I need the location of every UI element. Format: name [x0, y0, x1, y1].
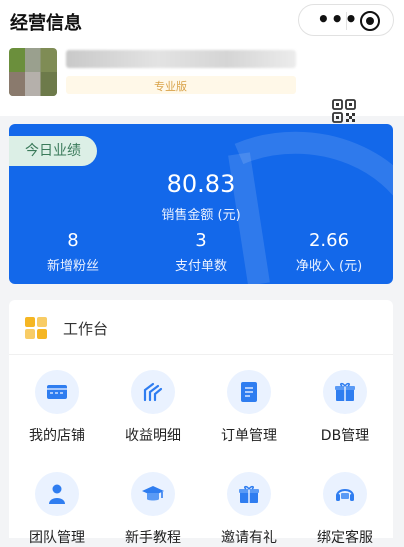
today-tag: 今日业绩 [9, 136, 97, 166]
gift-icon [227, 472, 271, 516]
avatar [9, 48, 57, 96]
today-performance-card[interactable]: 今日业绩 80.83 销售金额 (元) 8 新增粉丝 3 支付单数 2.66 净… [9, 124, 393, 284]
tool-my-store[interactable]: 我的店铺 [9, 370, 105, 445]
earnings-icon [131, 370, 175, 414]
qr-code-icon[interactable] [332, 99, 356, 123]
stat-net-income: 2.66 净收入 (元) [265, 230, 393, 274]
profile-section: 专业版 [0, 40, 404, 123]
stat-value: 3 [195, 230, 207, 251]
edition-badge: 专业版 [66, 76, 296, 94]
stat-paid-orders: 3 支付单数 [137, 230, 265, 274]
stat-value: 8 [67, 230, 79, 251]
stat-label: 新增粉丝 [46, 259, 99, 274]
order-icon [227, 370, 271, 414]
top-bar: 经营信息 ••• [0, 0, 404, 40]
close-target-button[interactable] [360, 11, 380, 31]
person-icon [35, 472, 79, 516]
graduation-cap-icon [131, 472, 175, 516]
workbench-title: 工作台 [63, 320, 109, 338]
tool-label: 绑定客服 [317, 530, 373, 546]
tool-label: 团队管理 [29, 530, 85, 546]
divider [9, 354, 393, 355]
tool-order-management[interactable]: 订单管理 [201, 370, 297, 445]
workbench-panel: 工作台 我的店铺 收益明细 订单管理 DB管理 团队管理 新手教程 邀请有礼 绑… [9, 300, 393, 546]
tool-label: DB管理 [320, 428, 370, 444]
tool-label: 我的店铺 [29, 428, 85, 444]
tool-label: 新手教程 [125, 530, 181, 546]
tool-label: 收益明细 [125, 428, 181, 444]
store-name-blurred [66, 50, 296, 68]
tool-label: 邀请有礼 [221, 530, 277, 546]
stat-value: 2.66 [308, 230, 350, 251]
store-icon [35, 370, 79, 414]
tool-team-management[interactable]: 团队管理 [9, 472, 105, 547]
stat-new-fans: 8 新增粉丝 [9, 230, 137, 274]
sales-amount-value: 80.83 [166, 170, 236, 198]
tool-beginner-tutorial[interactable]: 新手教程 [105, 472, 201, 547]
customer-service-icon [323, 472, 367, 516]
gift-box-icon [323, 370, 367, 414]
tool-invite-gift[interactable]: 邀请有礼 [201, 472, 297, 547]
stat-label: 支付单数 [174, 259, 227, 274]
edition-badge-label: 专业版 [154, 80, 187, 93]
page-title: 经营信息 [10, 13, 82, 34]
more-menu-button[interactable]: ••• [317, 9, 358, 29]
tool-label: 订单管理 [221, 428, 277, 444]
tool-earnings[interactable]: 收益明细 [105, 370, 201, 445]
stat-label: 净收入 (元) [295, 259, 363, 274]
tool-db-management[interactable]: DB管理 [297, 370, 393, 445]
grid-icon [25, 317, 47, 339]
sales-amount-label: 销售金额 (元) [161, 208, 241, 223]
capsule-divider [346, 12, 347, 30]
mini-program-capsule: ••• [298, 4, 394, 36]
tool-bind-customer-service[interactable]: 绑定客服 [297, 472, 393, 547]
